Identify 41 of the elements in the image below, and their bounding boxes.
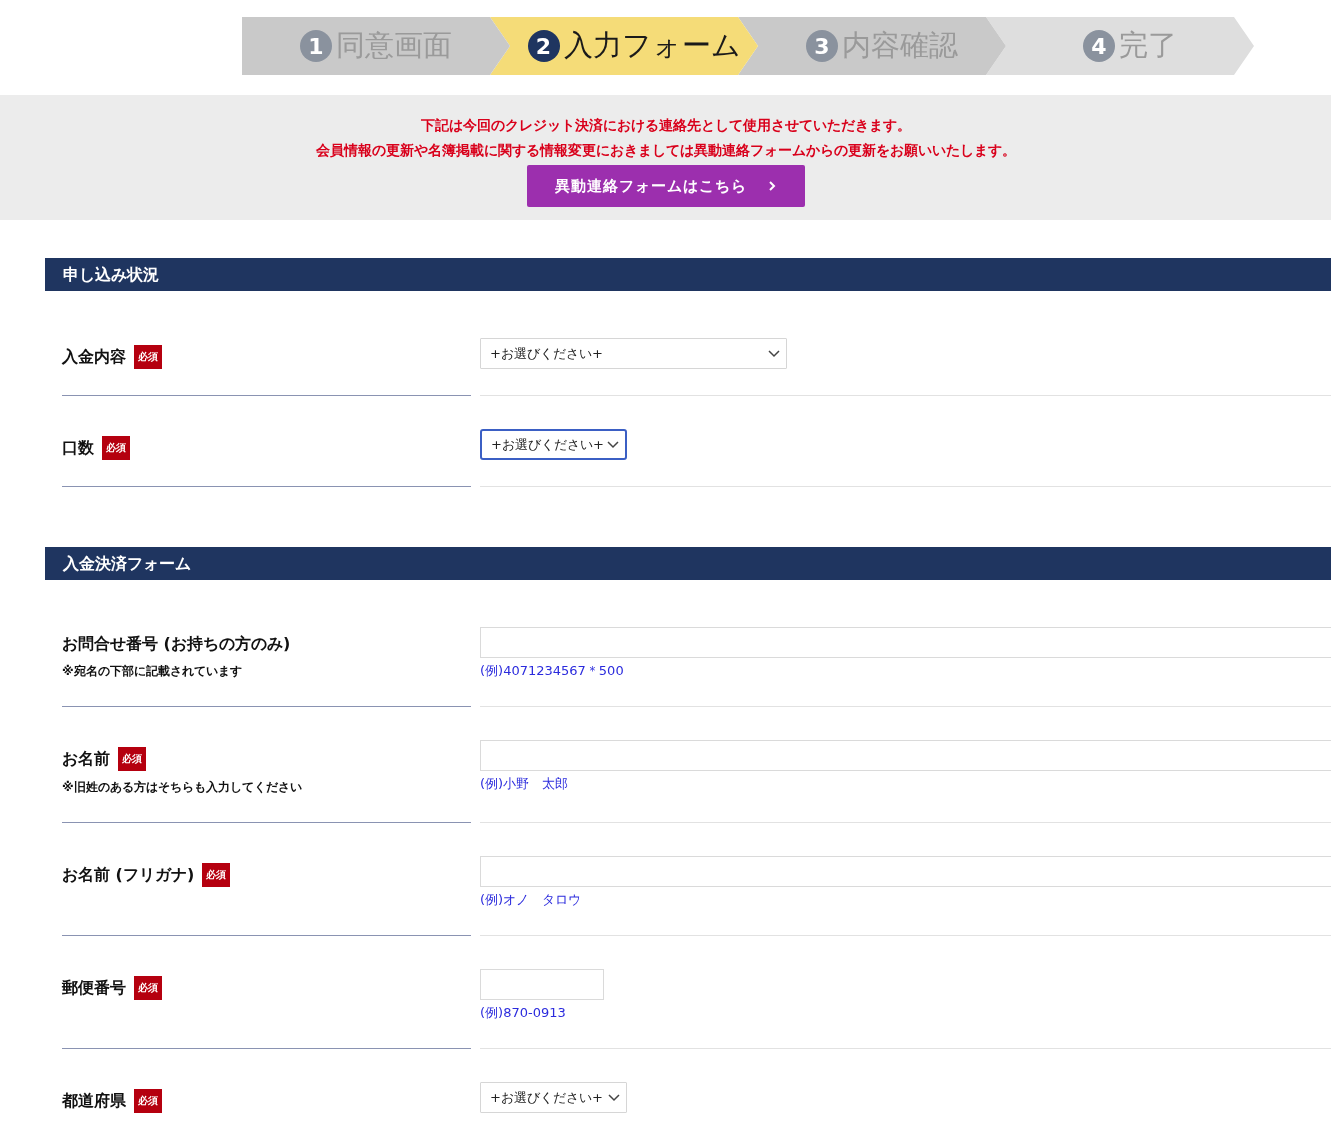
input-field[interactable] (480, 627, 1331, 658)
dropdown-select[interactable]: +お選びください+ (480, 338, 787, 369)
field-label: お問合せ番号 (お持ちの方のみ) (62, 634, 291, 655)
chevron-right-icon (769, 181, 776, 191)
required-badge: 必須 (202, 863, 231, 887)
input-field[interactable] (480, 969, 604, 1000)
input-field[interactable] (480, 856, 1331, 887)
required-badge: 必須 (134, 1089, 162, 1113)
required-badge: 必須 (134, 976, 162, 1000)
field-label: お名前 (フリガナ) (62, 864, 195, 886)
step-number: 2 (527, 30, 560, 62)
required-badge: 必須 (134, 345, 162, 369)
example-hint: (例)4071234567＊500 (480, 662, 625, 680)
step-label: 完了 (1119, 27, 1177, 64)
required-badge: 必須 (118, 747, 146, 771)
dropdown-select[interactable]: +お選びください+ (480, 429, 627, 460)
field-label: 口数 (62, 437, 94, 459)
example-hint: (例)小野 太郎 (480, 775, 570, 793)
section-header: 申し込み状況 (45, 258, 1331, 291)
step-number: 1 (300, 30, 332, 62)
example-hint: (例)870-0913 (480, 1004, 567, 1022)
step-number: 4 (1083, 30, 1115, 62)
required-badge: 必須 (102, 436, 130, 460)
field-label: 入金内容 (62, 346, 126, 368)
change-form-button[interactable]: 異動連絡フォームはこちら (526, 165, 805, 207)
field-note: ※旧姓のある方はそちらも入力してください (62, 779, 303, 796)
step-number: 3 (806, 30, 838, 62)
section-header: 入金決済フォーム (45, 547, 1331, 580)
field-label: 郵便番号 (62, 977, 126, 999)
notice-text: 下記は今回のクレジット決済における連絡先として使用させていただきます。 (420, 116, 911, 135)
dropdown-select[interactable]: +お選びください+ (480, 1082, 627, 1113)
notice-text: 会員情報の更新や名簿掲載に関する情報変更におきましては異動連絡フォームからの更新をお願いいたします。 (315, 141, 1016, 160)
caret-icon (768, 349, 780, 358)
field-label: お名前 (62, 748, 110, 770)
caret-icon (608, 1093, 620, 1102)
example-hint: (例)オノ タロウ (480, 891, 583, 909)
field-note: ※宛名の下部に記載されています (62, 663, 243, 680)
step-label: 入力フォーム (563, 27, 741, 64)
input-field[interactable] (480, 740, 1331, 771)
field-label: 都道府県 (62, 1090, 126, 1112)
caret-icon (607, 440, 619, 449)
